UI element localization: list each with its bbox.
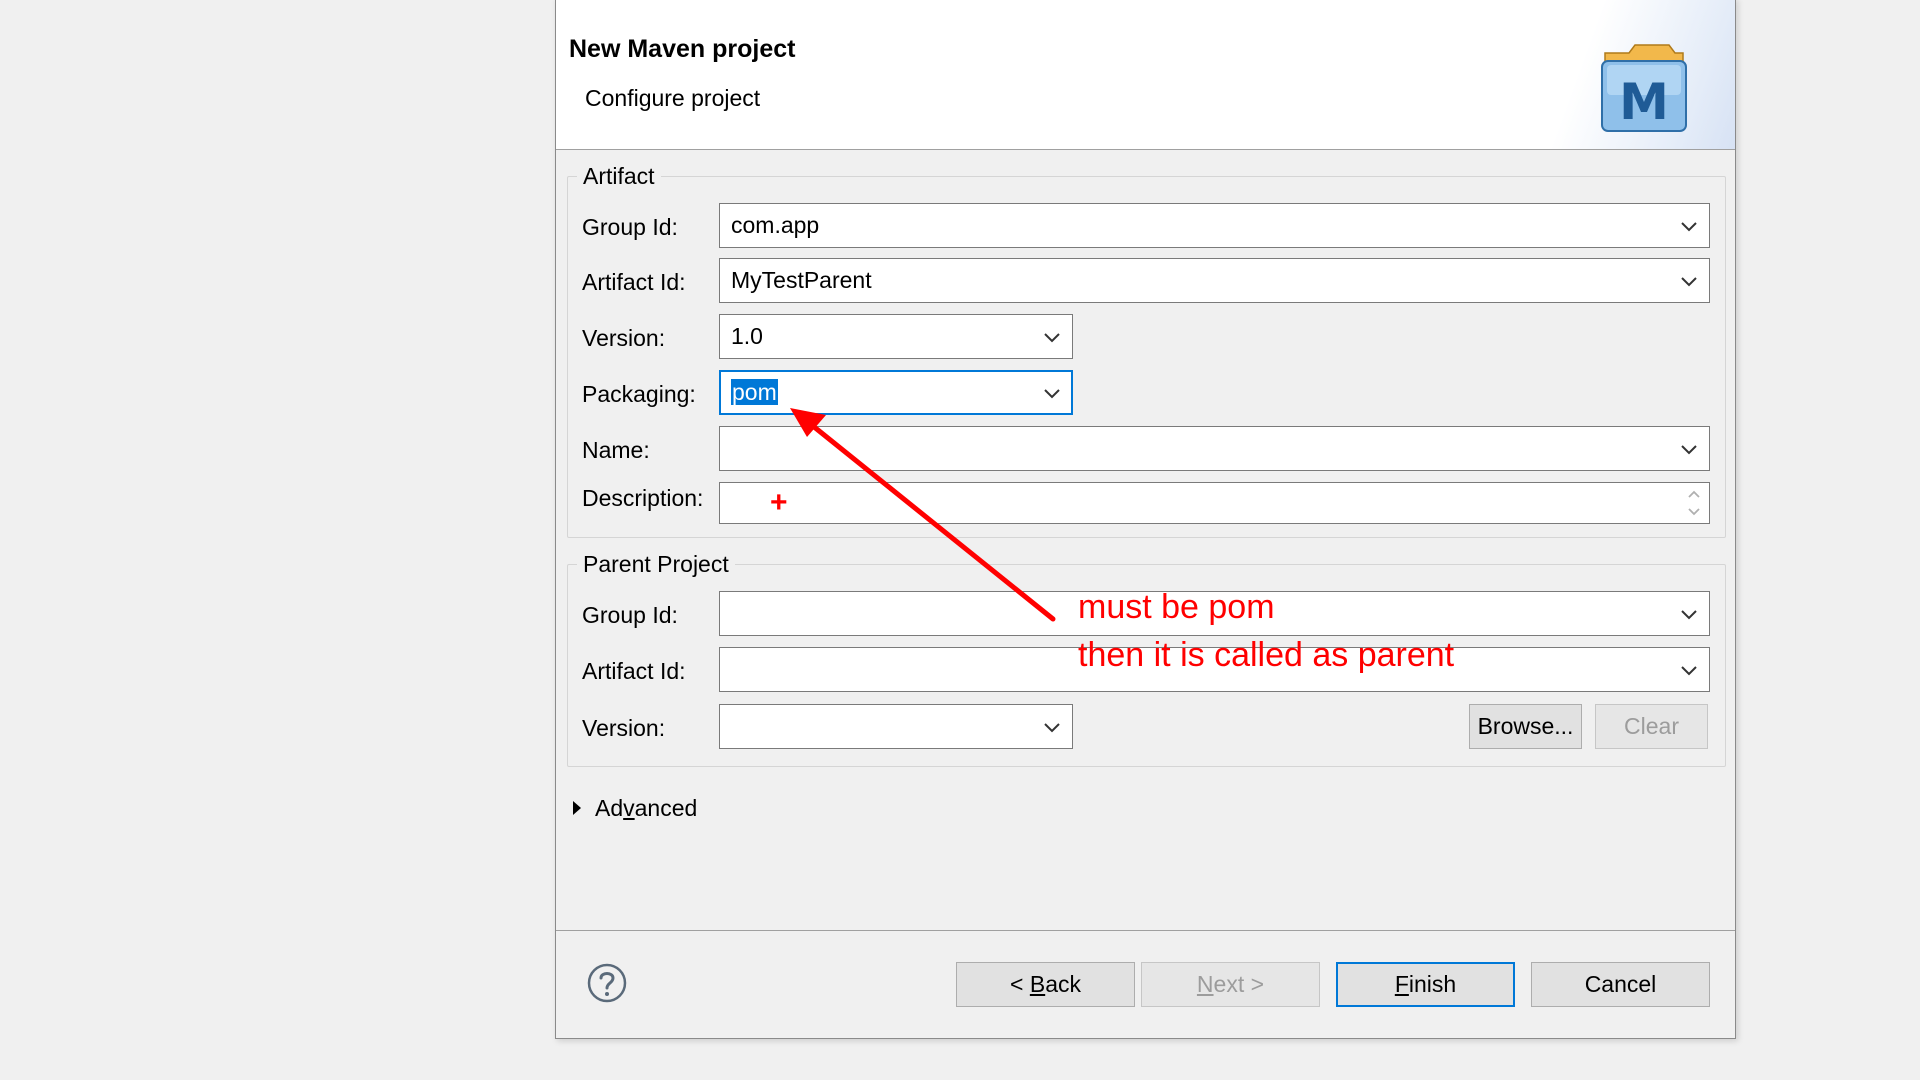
annotation-line-1: must be pom — [1078, 588, 1275, 626]
help-icon[interactable] — [587, 963, 627, 1003]
chevron-down-icon[interactable] — [1678, 604, 1700, 624]
artifact-group-id-combo[interactable]: com.app — [719, 203, 1710, 248]
chevron-down-icon[interactable] — [1678, 660, 1700, 680]
chevron-down-icon[interactable] — [1041, 717, 1063, 737]
dialog-title: New Maven project — [569, 35, 796, 63]
version-label: Version: — [582, 325, 666, 351]
packaging-combo[interactable]: pom — [719, 370, 1073, 415]
new-maven-project-dialog: New Maven project Configure project M Ar… — [555, 0, 1736, 1039]
parent-project-legend: Parent Project — [583, 551, 729, 577]
packaging-label: Packaging: — [582, 381, 696, 407]
artifact-id-value: MyTestParent — [731, 267, 872, 293]
artifact-group-id-value: com.app — [731, 212, 820, 238]
chevron-down-icon[interactable] — [1041, 327, 1063, 347]
browse-button[interactable]: Browse... — [1469, 704, 1582, 749]
packaging-value: pom — [731, 379, 778, 406]
parent-version-combo[interactable] — [719, 704, 1073, 749]
back-button[interactable]: < Back — [956, 962, 1135, 1007]
name-combo[interactable] — [719, 426, 1710, 471]
description-textarea[interactable] — [719, 482, 1710, 524]
dialog-subtitle: Configure project — [585, 85, 761, 111]
parent-artifact-id-label: Artifact Id: — [582, 658, 686, 684]
clear-button[interactable]: Clear — [1595, 704, 1708, 749]
advanced-section-toggle[interactable]: Advanced — [573, 795, 697, 822]
parent-version-label: Version: — [582, 715, 666, 741]
artifact-legend: Artifact — [583, 163, 655, 189]
parent-group-id-label: Group Id: — [582, 602, 678, 628]
annotation-line-2: then it is called as parent — [1078, 636, 1455, 674]
chevron-down-icon[interactable] — [1678, 271, 1700, 291]
name-label: Name: — [582, 437, 650, 463]
footer-separator — [556, 930, 1735, 931]
maven-logo-letter: M — [1619, 73, 1669, 131]
annotation-plus: + — [770, 486, 788, 519]
scroll-arrows-icon[interactable] — [1683, 486, 1705, 520]
artifact-group-id-label: Group Id: — [582, 214, 678, 240]
packaging-selected-text: pom — [731, 379, 778, 405]
finish-button[interactable]: Finish — [1336, 962, 1515, 1007]
next-button[interactable]: Next > — [1141, 962, 1320, 1007]
triangle-right-icon[interactable] — [573, 800, 581, 815]
dialog-header: New Maven project Configure project M — [556, 0, 1735, 150]
description-label: Description: — [582, 485, 704, 511]
artifact-id-combo[interactable]: MyTestParent — [719, 258, 1710, 303]
cancel-button[interactable]: Cancel — [1531, 962, 1710, 1007]
version-value: 1.0 — [731, 323, 763, 349]
maven-logo-icon: M — [1601, 44, 1687, 132]
chevron-down-icon[interactable] — [1678, 439, 1700, 459]
version-combo[interactable]: 1.0 — [719, 314, 1073, 359]
chevron-down-icon[interactable] — [1678, 216, 1700, 236]
artifact-id-label: Artifact Id: — [582, 269, 686, 295]
advanced-label: Advanced — [595, 795, 698, 821]
chevron-down-icon[interactable] — [1041, 383, 1063, 403]
